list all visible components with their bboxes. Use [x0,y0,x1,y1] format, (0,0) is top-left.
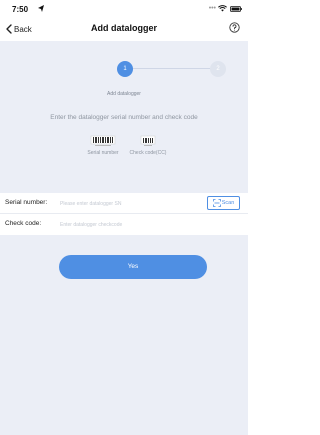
serial-number-input[interactable] [60,197,180,210]
location-arrow-icon [38,5,44,12]
nav-bar: Back Add datalogger [0,18,248,40]
step-indicator: 1 2 [0,57,248,79]
status-time: 7:50 [12,5,29,14]
page-title: Add datalogger [90,23,157,33]
step-connector [130,68,210,69]
yes-button[interactable]: Yes [59,255,207,279]
phone-screen: 7:50 • • • Back Add datalogger 1 2 Add d… [0,0,248,435]
status-bar: 7:50 • • • [0,0,248,18]
datalogger-form: Serial number: Scan Check code: [0,193,248,235]
wifi-icon [218,5,227,12]
signal-icon: • • • [208,5,216,12]
step-label: Add datalogger [107,91,141,97]
battery-icon [230,5,242,12]
content-area: 1 2 Add datalogger Enter the datalogger … [0,41,248,435]
step-2-circle: 2 [210,61,226,77]
serial-label: Serial number: [5,199,48,206]
scan-label: Scan [221,200,235,206]
check-example: Check code(CC) [118,135,178,156]
scan-button[interactable]: Scan [207,196,240,210]
status-indicators: • • • [209,4,242,13]
check-code-input[interactable] [60,218,180,231]
step-1-circle: 1 [117,61,133,77]
barcode-icon [90,135,116,146]
code-examples: Serial number Check code(CC) [0,135,248,165]
question-circle-icon[interactable] [229,22,240,33]
instruction-text: Enter the datalogger serial number and c… [50,114,198,121]
scan-frame-icon [212,199,221,207]
serial-row: Serial number: Scan [0,193,248,214]
check-caption: Check code(CC) [129,150,167,156]
check-row: Check code: [0,214,248,235]
check-label: Check code: [5,220,42,227]
checkcode-barcode-icon [140,135,156,146]
